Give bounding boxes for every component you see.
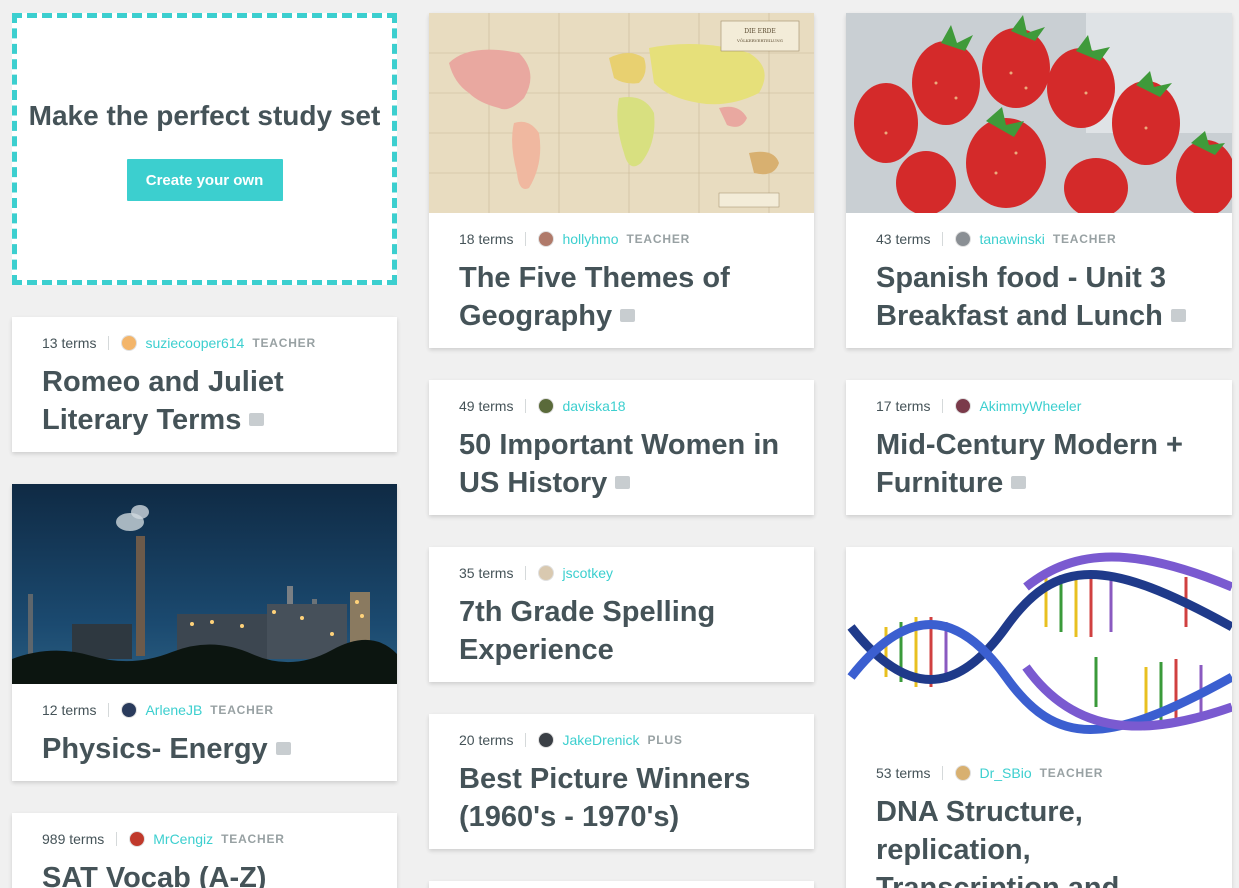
avatar[interactable] — [955, 765, 972, 781]
set-card-mid-century[interactable]: 17 terms AkimmyWheeler Mid-Century Moder… — [846, 380, 1232, 515]
world-map-image: DIE ERDE VÖLKERVERTEILUNG — [429, 13, 814, 213]
set-card-best-picture[interactable]: 20 terms JakeDrenick PLUS Best Picture W… — [429, 714, 814, 849]
set-meta: 989 terms MrCengiz TEACHER — [42, 829, 367, 849]
avatar[interactable] — [955, 398, 972, 414]
meta-divider — [108, 703, 110, 717]
username-link[interactable]: JakeDrenick — [562, 732, 639, 748]
set-meta: 53 terms Dr_SBio TEACHER — [876, 763, 1202, 783]
set-card-women-history[interactable]: 49 terms daviska18 50 Important Women in… — [429, 380, 814, 515]
image-icon — [620, 308, 636, 322]
user-badge: PLUS — [647, 733, 683, 747]
meta-divider — [525, 733, 527, 747]
user-badge: TEACHER — [221, 832, 285, 846]
avatar[interactable] — [538, 732, 555, 748]
username-link[interactable]: AkimmyWheeler — [979, 398, 1081, 414]
meta-divider — [116, 832, 118, 846]
term-count: 18 terms — [459, 231, 514, 247]
create-set-promo: Make the perfect study set Create your o… — [12, 13, 397, 285]
term-count: 49 terms — [459, 398, 514, 414]
username-link[interactable]: suziecooper614 — [145, 335, 244, 351]
set-title[interactable]: 7th Grade Spelling Experience — [459, 593, 784, 669]
user-badge: TEACHER — [1052, 232, 1117, 246]
avatar[interactable] — [538, 565, 555, 581]
avatar[interactable] — [121, 702, 138, 718]
meta-divider — [942, 232, 944, 246]
meta-divider — [108, 336, 110, 350]
avatar[interactable] — [129, 831, 146, 847]
term-count: 53 terms — [876, 765, 931, 781]
term-count: 43 terms — [876, 231, 931, 247]
set-card-spanish-food[interactable]: 43 terms tanawinski TEACHER Spanish food… — [846, 13, 1232, 348]
user-badge: TEACHER — [1039, 766, 1104, 780]
user-badge: TEACHER — [252, 336, 316, 350]
dna-helix-image — [846, 547, 1232, 747]
set-thumbnail: DIE ERDE VÖLKERVERTEILUNG — [429, 13, 814, 213]
set-card-geography[interactable]: DIE ERDE VÖLKERVERTEILUNG 18 terms holly… — [429, 13, 814, 348]
set-meta: 17 terms AkimmyWheeler — [876, 396, 1202, 416]
image-icon — [249, 412, 265, 426]
set-card-sat[interactable]: 989 terms MrCengiz TEACHER SAT Vocab (A-… — [12, 813, 397, 888]
set-title[interactable]: Spanish food - Unit 3 Breakfast and Lunc… — [876, 259, 1202, 335]
username-link[interactable]: jscotkey — [562, 565, 613, 581]
set-meta: 43 terms tanawinski TEACHER — [876, 229, 1202, 249]
avatar[interactable] — [955, 231, 972, 247]
set-meta: 49 terms daviska18 — [459, 396, 784, 416]
username-link[interactable]: Dr_SBio — [979, 765, 1031, 781]
set-title[interactable]: SAT Vocab (A-Z) — [42, 859, 367, 888]
set-meta: 35 terms jscotkey — [459, 563, 784, 583]
term-count: 989 terms — [42, 831, 105, 847]
image-icon — [1170, 308, 1186, 322]
username-link[interactable]: tanawinski — [979, 231, 1044, 247]
set-title[interactable]: Mid-Century Modern + Furniture — [876, 426, 1202, 502]
username-link[interactable]: ArleneJB — [145, 702, 202, 718]
set-title[interactable]: 50 Important Women in US History — [459, 426, 784, 502]
avatar[interactable] — [538, 231, 555, 247]
set-thumbnail — [846, 547, 1232, 747]
set-card-dna[interactable]: 53 terms Dr_SBio TEACHER DNA Structure, … — [846, 547, 1232, 888]
username-link[interactable]: daviska18 — [562, 398, 625, 414]
set-card-spelling[interactable]: 35 terms jscotkey 7th Grade Spelling Exp… — [429, 547, 814, 682]
set-card-physics[interactable]: 12 terms ArleneJB TEACHER Physics- Energ… — [12, 484, 397, 781]
set-card-romeo[interactable]: 13 terms suziecooper614 TEACHER Romeo an… — [12, 317, 397, 452]
set-title[interactable]: Best Picture Winners (1960's - 1970's) — [459, 760, 784, 836]
image-icon — [275, 741, 291, 755]
set-thumbnail — [846, 13, 1232, 213]
username-link[interactable]: MrCengiz — [153, 831, 213, 847]
set-thumbnail — [12, 484, 397, 684]
avatar[interactable] — [121, 335, 138, 351]
svg-text:VÖLKERVERTEILUNG: VÖLKERVERTEILUNG — [736, 38, 783, 43]
meta-divider — [525, 566, 527, 580]
set-card-partial[interactable] — [429, 881, 814, 888]
promo-heading: Make the perfect study set — [28, 100, 381, 131]
meta-divider — [525, 232, 527, 246]
user-badge: TEACHER — [626, 232, 691, 246]
term-count: 17 terms — [876, 398, 931, 414]
user-badge: TEACHER — [210, 703, 274, 717]
meta-divider — [942, 766, 944, 780]
username-link[interactable]: hollyhmo — [562, 231, 618, 247]
set-meta: 13 terms suziecooper614 TEACHER — [42, 333, 367, 353]
term-count: 35 terms — [459, 565, 514, 581]
refinery-image — [12, 484, 397, 684]
set-title[interactable]: Romeo and Juliet Literary Terms — [42, 363, 367, 439]
create-your-own-button[interactable]: Create your own — [126, 159, 283, 201]
set-meta: 20 terms JakeDrenick PLUS — [459, 730, 784, 750]
avatar[interactable] — [538, 398, 555, 414]
set-title[interactable]: Physics- Energy — [42, 730, 367, 768]
term-count: 13 terms — [42, 335, 97, 351]
meta-divider — [942, 399, 944, 413]
set-meta: 12 terms ArleneJB TEACHER — [42, 700, 367, 720]
term-count: 12 terms — [42, 702, 97, 718]
image-icon — [615, 475, 631, 489]
set-title[interactable]: The Five Themes of Geography — [459, 259, 784, 335]
svg-text:DIE ERDE: DIE ERDE — [744, 28, 776, 35]
meta-divider — [525, 399, 527, 413]
set-meta: 18 terms hollyhmo TEACHER — [459, 229, 784, 249]
strawberries-image — [846, 13, 1232, 213]
set-title[interactable]: DNA Structure, replication, Transcriptio… — [876, 793, 1202, 888]
image-icon — [1011, 475, 1027, 489]
term-count: 20 terms — [459, 732, 514, 748]
